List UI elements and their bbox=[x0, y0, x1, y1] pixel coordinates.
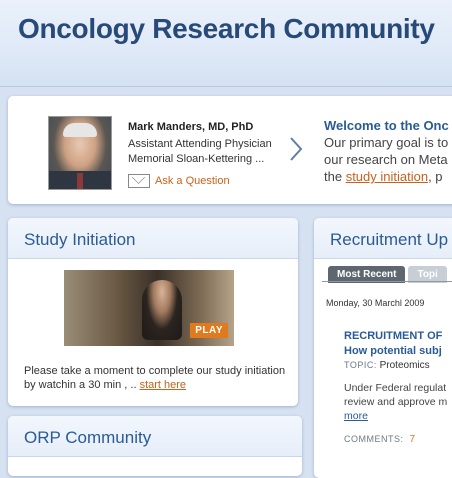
welcome-line-2: our research on Meta bbox=[324, 152, 448, 167]
tab-divider bbox=[322, 281, 452, 282]
orp-community-panel: ORP Community bbox=[8, 416, 302, 476]
recruitment-panel: Recruitment Up Most Recent Topi Monday, 3… bbox=[314, 218, 452, 478]
welcome-line-3-suffix: , p bbox=[428, 169, 443, 184]
post-date: Monday, 30 Marchl 2009 bbox=[326, 298, 425, 308]
post-topic: TOPIC: Proteomics bbox=[344, 360, 430, 371]
comments-label: COMMENTS: bbox=[344, 434, 404, 444]
photo-tie bbox=[77, 173, 83, 189]
recruitment-title: Recruitment Up bbox=[314, 218, 452, 259]
play-button[interactable]: PLAY bbox=[190, 323, 228, 338]
study-description: Please take a moment to complete our stu… bbox=[24, 364, 294, 392]
welcome-title: Welcome to the Onc bbox=[324, 118, 449, 133]
post-body-line-1: Under Federal regulat bbox=[344, 382, 447, 394]
post-title-line-2[interactable]: How potential subj bbox=[344, 345, 442, 357]
topic-value: Proteomics bbox=[379, 360, 430, 371]
chevron-right-icon[interactable] bbox=[288, 134, 304, 164]
physician-photo[interactable] bbox=[48, 116, 112, 190]
welcome-line-3: the study initiation, p bbox=[324, 169, 443, 184]
physician-org: Memorial Sloan-Kettering ... bbox=[128, 153, 265, 165]
photo-hair bbox=[63, 123, 97, 137]
welcome-line-1: Our primary goal is to bbox=[324, 135, 449, 150]
post-comments[interactable]: COMMENTS: 7 bbox=[344, 434, 416, 445]
orp-community-title: ORP Community bbox=[8, 416, 302, 457]
more-link[interactable]: more bbox=[344, 410, 368, 422]
start-here-link[interactable]: start here bbox=[140, 379, 186, 391]
study-initiation-title: Study Initiation bbox=[8, 218, 298, 259]
physician-name: Mark Manders, MD, PhD bbox=[128, 121, 254, 133]
site-header: Oncology Research Community bbox=[0, 0, 452, 87]
post-body-line-2: review and approve m bbox=[344, 396, 448, 408]
ask-question-link[interactable]: Ask a Question bbox=[128, 174, 230, 188]
topic-label: TOPIC: bbox=[344, 360, 377, 370]
featured-panel: Mark Manders, MD, PhD Assistant Attendin… bbox=[8, 96, 452, 204]
video-figure bbox=[142, 280, 182, 340]
welcome-line-3-prefix: the bbox=[324, 169, 346, 184]
study-initiation-panel: Study Initiation PLAY Please take a mome… bbox=[8, 218, 298, 406]
study-initiation-link[interactable]: study initiation bbox=[346, 169, 428, 184]
comments-count: 7 bbox=[409, 434, 416, 445]
video-thumbnail[interactable]: PLAY bbox=[64, 270, 234, 346]
post-title-line-1[interactable]: RECRUITMENT OF bbox=[344, 330, 442, 342]
physician-title: Assistant Attending Physician bbox=[128, 138, 272, 150]
mail-icon bbox=[128, 174, 150, 188]
ask-question-label: Ask a Question bbox=[155, 174, 230, 187]
site-title: Oncology Research Community bbox=[18, 13, 435, 44]
